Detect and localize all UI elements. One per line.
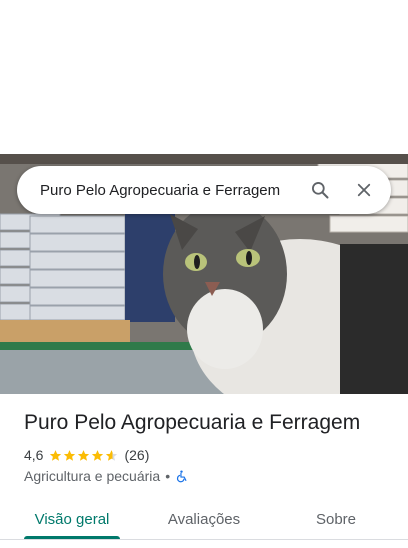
separator-dot: • bbox=[165, 468, 171, 484]
search-bar[interactable]: Puro Pelo Agropecuaria e Ferragem bbox=[17, 166, 391, 214]
close-icon bbox=[357, 183, 371, 197]
star-half-icon bbox=[106, 449, 118, 461]
star-icon bbox=[64, 449, 76, 461]
close-button[interactable] bbox=[346, 172, 382, 208]
search-input[interactable]: Puro Pelo Agropecuaria e Ferragem bbox=[40, 182, 302, 199]
tab-bar: Visão geral Avaliações Sobre bbox=[0, 500, 408, 540]
place-title: Puro Pelo Agropecuaria e Ferragem bbox=[24, 411, 361, 434]
tab-reviews[interactable]: Avaliações bbox=[160, 500, 248, 538]
star-rating bbox=[49, 449, 119, 462]
category-row: Agricultura e pecuária • bbox=[24, 467, 188, 485]
search-icon bbox=[312, 182, 329, 199]
tab-overview[interactable]: Visão geral bbox=[24, 500, 120, 538]
rating-row[interactable]: 4,6 (26) bbox=[24, 446, 149, 464]
rating-value: 4,6 bbox=[24, 447, 44, 463]
star-icon bbox=[78, 449, 90, 461]
category-label[interactable]: Agricultura e pecuária bbox=[24, 468, 160, 484]
tab-about[interactable]: Sobre bbox=[308, 500, 364, 538]
tab-divider bbox=[0, 539, 408, 540]
star-icon bbox=[92, 449, 104, 461]
wheelchair-icon[interactable] bbox=[175, 469, 188, 483]
review-count[interactable]: (26) bbox=[124, 447, 149, 463]
search-button[interactable] bbox=[302, 172, 338, 208]
star-icon bbox=[50, 449, 62, 461]
